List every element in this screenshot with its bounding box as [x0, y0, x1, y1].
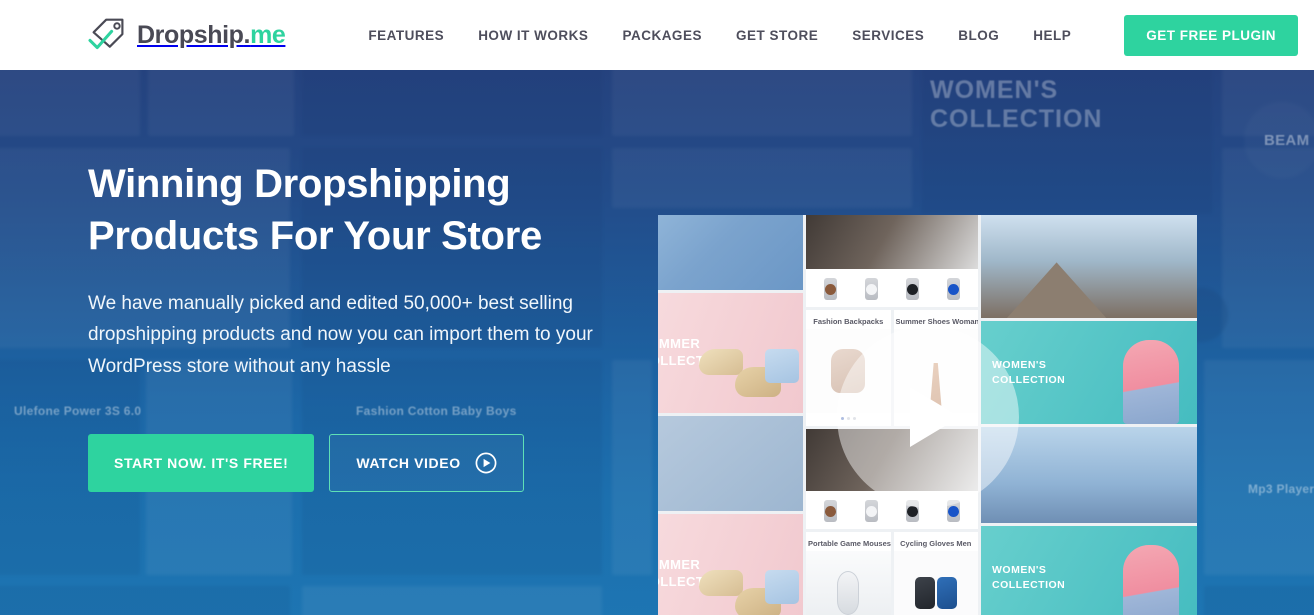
- headline-line-2: Products For Your Store: [88, 214, 542, 258]
- watch-thumb-black: [906, 278, 919, 300]
- nav-item-packages[interactable]: PACKAGES: [605, 28, 719, 43]
- hero-section: WOMEN'S COLLECTION Ulefone Power 3S 6.0 F…: [0, 70, 1314, 615]
- watch-thumb-white: [865, 278, 878, 300]
- play-circle-icon: [475, 452, 497, 474]
- promo-video-player[interactable]: SUMMERCOLLECTION SUMMERCOLLECTION: [658, 215, 1197, 615]
- product-card-cycling-gloves-men: Cycling Gloves Men: [893, 532, 978, 615]
- get-free-plugin-button[interactable]: GET FREE PLUGIN: [1124, 14, 1299, 56]
- main-nav: FEATURES HOW IT WORKS PACKAGES GET STORE…: [351, 28, 1088, 43]
- watch-thumbnail-row: [806, 269, 978, 307]
- product-card-portable-game-mouses: Portable Game Mouses: [806, 532, 891, 615]
- background-collection-label: WOMEN'S COLLECTION: [930, 76, 1103, 133]
- watch-thumb-blue: [947, 278, 960, 300]
- logo[interactable]: Dropship.me: [88, 17, 286, 53]
- video-banner-summer-collection: SUMMERCOLLECTION: [658, 293, 803, 413]
- watch-video-label: WATCH VIDEO: [356, 455, 461, 472]
- video-tile-accessories-flatlay: [658, 416, 803, 511]
- nav-item-help[interactable]: HELP: [1016, 28, 1088, 43]
- logo-accent: me: [250, 20, 286, 49]
- video-play-button[interactable]: [836, 325, 1019, 508]
- background-label-beam: BEAM: [1264, 132, 1310, 149]
- start-now-button[interactable]: START NOW. IT'S FREE!: [88, 434, 315, 493]
- video-tile-watch-hero: [806, 215, 978, 307]
- watch-thumb-brown: [824, 278, 837, 300]
- nav-item-how-it-works[interactable]: HOW IT WORKS: [461, 28, 605, 43]
- logo-text: Dropship.me: [137, 20, 286, 50]
- nav-item-features[interactable]: FEATURES: [351, 28, 461, 43]
- hero-subcopy: We have manually picked and edited 50,00…: [88, 293, 593, 377]
- video-column-left: SUMMERCOLLECTION SUMMERCOLLECTION: [658, 215, 803, 615]
- nav-item-services[interactable]: SERVICES: [835, 28, 941, 43]
- hero-buttons: START NOW. IT'S FREE! WATCH VIDEO: [88, 434, 608, 493]
- nav-item-get-store[interactable]: GET STORE: [719, 28, 835, 43]
- headline-line-1: Winning Dropshipping: [88, 162, 511, 206]
- site-header: Dropship.me FEATURES HOW IT WORKS PACKAG…: [0, 0, 1314, 70]
- watch-thumb-white-2: [865, 500, 878, 522]
- landing-page: Dropship.me FEATURES HOW IT WORKS PACKAG…: [0, 0, 1314, 615]
- background-label-mp3: Mp3 Player: [1248, 482, 1314, 496]
- price-tag-check-icon: [88, 18, 124, 50]
- logo-name: Dropship: [137, 20, 244, 49]
- watch-video-button[interactable]: WATCH VIDEO: [329, 434, 524, 493]
- video-banner-womens-collection-2: WOMEN'S COLLECTION: [981, 526, 1197, 615]
- play-triangle-icon: [909, 386, 960, 447]
- video-tile-hiker-mountain: [981, 215, 1197, 318]
- page-title: Winning Dropshipping Products For Your S…: [88, 158, 608, 262]
- hero-copy: Winning Dropshipping Products For Your S…: [88, 158, 608, 493]
- watch-thumb-brown-2: [824, 500, 837, 522]
- video-banner-summer-collection-2: SUMMERCOLLECTION: [658, 514, 803, 615]
- video-tile-denim-flatlay: [658, 215, 803, 290]
- nav-item-blog[interactable]: BLOG: [941, 28, 1016, 43]
- video-product-row-2: Portable Game Mouses Cycling Gloves Men: [806, 532, 978, 615]
